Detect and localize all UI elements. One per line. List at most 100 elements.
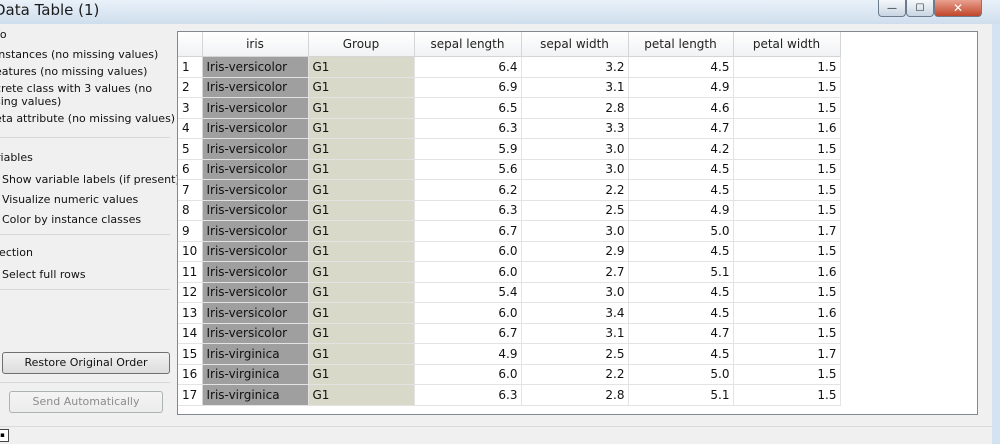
- row-number[interactable]: 16: [178, 364, 203, 385]
- cell-sepal-length[interactable]: 6.2: [414, 179, 522, 201]
- cell-sepal-width[interactable]: 2.5: [521, 200, 629, 221]
- color-by-class-checkbox[interactable]: Color by instance classes: [2, 213, 141, 226]
- cell-petal-length[interactable]: 4.9: [628, 200, 734, 221]
- cell-petal-length[interactable]: 4.7: [628, 323, 734, 344]
- row-number[interactable]: 7: [178, 179, 203, 201]
- table-row[interactable]: 6 Iris-versicolor G1 5.6 3.0 4.5 1.5: [178, 159, 841, 180]
- cell-group[interactable]: G1: [308, 241, 415, 262]
- cell-sepal-length[interactable]: 5.6: [414, 159, 522, 180]
- cell-sepal-width[interactable]: 2.8: [521, 97, 629, 119]
- maximize-button[interactable]: ☐: [906, 0, 934, 17]
- column-header-petal-width[interactable]: petal width: [733, 32, 841, 57]
- cell-sepal-width[interactable]: 3.0: [521, 282, 629, 303]
- cell-petal-length[interactable]: 5.0: [628, 364, 734, 385]
- cell-sepal-length[interactable]: 6.3: [414, 384, 522, 406]
- cell-sepal-length[interactable]: 6.3: [414, 200, 522, 221]
- cell-petal-length[interactable]: 5.0: [628, 220, 734, 242]
- table-row[interactable]: 10 Iris-versicolor G1 6.0 2.9 4.5 1.5: [178, 241, 841, 262]
- cell-petal-width[interactable]: 1.5: [733, 179, 841, 201]
- cell-petal-width[interactable]: 1.6: [733, 118, 841, 139]
- row-number[interactable]: 8: [178, 200, 203, 221]
- column-header-iris[interactable]: iris: [202, 32, 309, 57]
- table-row[interactable]: 2 Iris-versicolor G1 6.9 3.1 4.9 1.5: [178, 77, 841, 98]
- cell-group[interactable]: G1: [308, 159, 415, 180]
- row-number[interactable]: 13: [178, 302, 203, 324]
- cell-iris[interactable]: Iris-versicolor: [202, 200, 309, 221]
- visualize-numeric-checkbox[interactable]: Visualize numeric values: [2, 193, 138, 206]
- table-row[interactable]: 4 Iris-versicolor G1 6.3 3.3 4.7 1.6: [178, 118, 841, 139]
- cell-sepal-width[interactable]: 2.7: [521, 261, 629, 283]
- cell-iris[interactable]: Iris-versicolor: [202, 220, 309, 242]
- cell-petal-width[interactable]: 1.5: [733, 241, 841, 262]
- cell-petal-length[interactable]: 5.1: [628, 384, 734, 406]
- cell-iris[interactable]: Iris-versicolor: [202, 97, 309, 119]
- cell-petal-length[interactable]: 4.5: [628, 282, 734, 303]
- cell-group[interactable]: G1: [308, 364, 415, 385]
- cell-sepal-width[interactable]: 3.0: [521, 220, 629, 242]
- column-header-sepal-length[interactable]: sepal length: [414, 32, 522, 57]
- row-number[interactable]: 14: [178, 323, 203, 344]
- table-row[interactable]: 7 Iris-versicolor G1 6.2 2.2 4.5 1.5: [178, 179, 841, 201]
- table-row[interactable]: 16 Iris-virginica G1 6.0 2.2 5.0 1.5: [178, 364, 841, 385]
- cell-iris[interactable]: Iris-versicolor: [202, 323, 309, 344]
- restore-original-order-button[interactable]: Restore Original Order: [2, 352, 170, 374]
- corner-cell[interactable]: [178, 32, 203, 57]
- cell-sepal-length[interactable]: 6.7: [414, 220, 522, 242]
- table-row[interactable]: 8 Iris-versicolor G1 6.3 2.5 4.9 1.5: [178, 200, 841, 221]
- cell-sepal-width[interactable]: 3.4: [521, 302, 629, 324]
- cell-iris[interactable]: Iris-versicolor: [202, 118, 309, 139]
- column-header-sepal-width[interactable]: sepal width: [521, 32, 629, 57]
- table-row[interactable]: 1 Iris-versicolor G1 6.4 3.2 4.5 1.5: [178, 56, 841, 78]
- cell-petal-length[interactable]: 4.5: [628, 343, 734, 365]
- cell-sepal-width[interactable]: 2.8: [521, 384, 629, 406]
- cell-sepal-width[interactable]: 2.2: [521, 179, 629, 201]
- cell-sepal-width[interactable]: 2.9: [521, 241, 629, 262]
- row-number[interactable]: 9: [178, 220, 203, 242]
- report-icon[interactable]: ▪: [0, 429, 9, 442]
- cell-iris[interactable]: Iris-versicolor: [202, 77, 309, 98]
- cell-iris[interactable]: Iris-virginica: [202, 343, 309, 365]
- table-row[interactable]: 9 Iris-versicolor G1 6.7 3.0 5.0 1.7: [178, 220, 841, 242]
- column-header-petal-length[interactable]: petal length: [628, 32, 734, 57]
- cell-sepal-width[interactable]: 3.0: [521, 159, 629, 180]
- row-number[interactable]: 5: [178, 138, 203, 160]
- cell-petal-length[interactable]: 4.6: [628, 97, 734, 119]
- table-row[interactable]: 15 Iris-virginica G1 4.9 2.5 4.5 1.7: [178, 343, 841, 365]
- row-number[interactable]: 2: [178, 77, 203, 98]
- minimize-button[interactable]: —: [878, 0, 906, 17]
- cell-sepal-length[interactable]: 6.0: [414, 241, 522, 262]
- cell-iris[interactable]: Iris-versicolor: [202, 56, 309, 78]
- cell-petal-width[interactable]: 1.5: [733, 384, 841, 406]
- cell-sepal-length[interactable]: 6.0: [414, 364, 522, 385]
- cell-sepal-length[interactable]: 6.0: [414, 261, 522, 283]
- cell-sepal-length[interactable]: 6.7: [414, 323, 522, 344]
- cell-sepal-length[interactable]: 5.9: [414, 138, 522, 160]
- cell-petal-width[interactable]: 1.6: [733, 261, 841, 283]
- cell-petal-length[interactable]: 4.5: [628, 241, 734, 262]
- cell-sepal-length[interactable]: 6.9: [414, 77, 522, 98]
- cell-group[interactable]: G1: [308, 323, 415, 344]
- cell-petal-width[interactable]: 1.5: [733, 282, 841, 303]
- cell-sepal-length[interactable]: 6.5: [414, 97, 522, 119]
- cell-group[interactable]: G1: [308, 220, 415, 242]
- cell-petal-width[interactable]: 1.5: [733, 364, 841, 385]
- cell-sepal-length[interactable]: 4.9: [414, 343, 522, 365]
- cell-petal-length[interactable]: 4.5: [628, 179, 734, 201]
- cell-group[interactable]: G1: [308, 261, 415, 283]
- row-number[interactable]: 17: [178, 384, 203, 406]
- cell-sepal-length[interactable]: 6.3: [414, 118, 522, 139]
- cell-sepal-width[interactable]: 3.2: [521, 56, 629, 78]
- cell-group[interactable]: G1: [308, 200, 415, 221]
- cell-iris[interactable]: Iris-versicolor: [202, 179, 309, 201]
- cell-group[interactable]: G1: [308, 384, 415, 406]
- cell-petal-width[interactable]: 1.7: [733, 343, 841, 365]
- row-number[interactable]: 1: [178, 56, 203, 78]
- cell-petal-width[interactable]: 1.5: [733, 323, 841, 344]
- select-full-rows-checkbox[interactable]: Select full rows: [2, 268, 86, 281]
- row-number[interactable]: 6: [178, 159, 203, 180]
- cell-group[interactable]: G1: [308, 118, 415, 139]
- table-row[interactable]: 12 Iris-versicolor G1 5.4 3.0 4.5 1.5: [178, 282, 841, 303]
- cell-petal-width[interactable]: 1.5: [733, 200, 841, 221]
- cell-petal-length[interactable]: 4.9: [628, 77, 734, 98]
- row-number[interactable]: 10: [178, 241, 203, 262]
